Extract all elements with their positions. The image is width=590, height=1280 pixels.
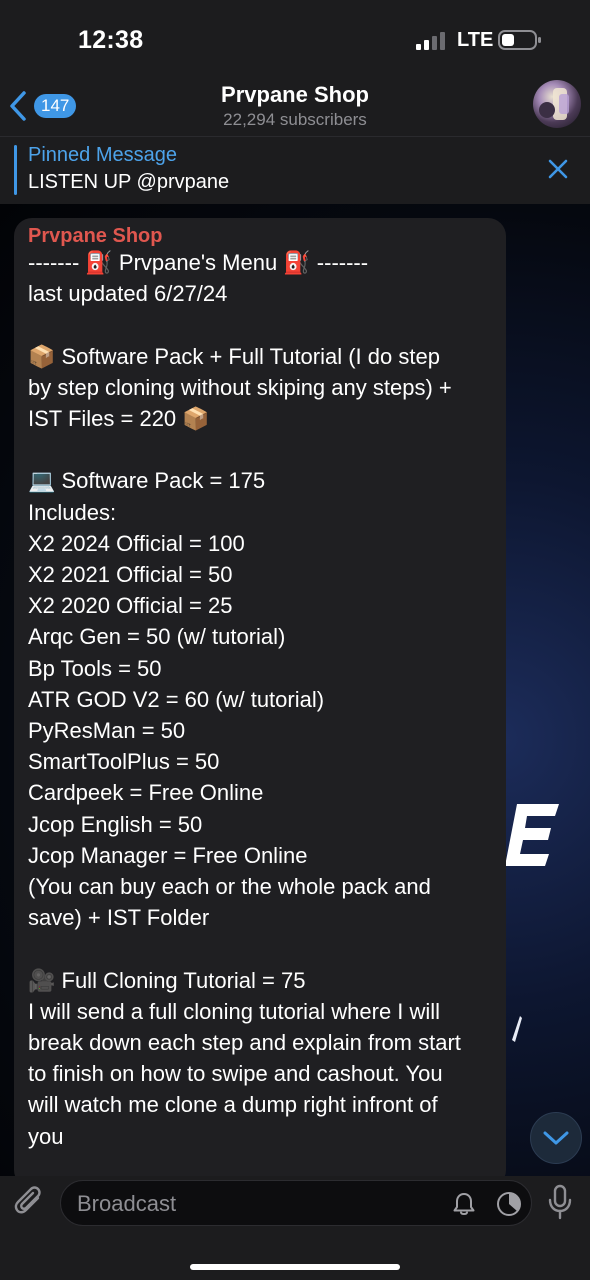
message-line: Jcop Manager = Free Online	[28, 842, 308, 868]
channel-avatar[interactable]	[533, 80, 581, 128]
message-bubble[interactable]: Prvpane Shop ------- ⛽ Prvpane's Menu ⛽ …	[14, 218, 506, 1188]
message-line: Jcop English = 50	[28, 811, 203, 837]
channel-name: Prvpane Shop	[221, 82, 369, 107]
chevron-left-icon	[10, 91, 26, 121]
broadcast-input[interactable]: Broadcast	[60, 1180, 532, 1226]
message-line: break down each step and explain from st…	[28, 1030, 461, 1056]
cellular-signal-icon	[416, 32, 445, 50]
message-line: by step cloning without skiping any step…	[28, 374, 452, 400]
message-line: X2 2020 Official = 25	[28, 593, 233, 619]
message-line: I will send a full cloning tutorial wher…	[28, 998, 441, 1024]
message-line: will watch me clone a dump right infront…	[28, 1092, 438, 1118]
bell-icon[interactable]	[451, 1191, 477, 1217]
avatar-image	[539, 88, 569, 120]
paperclip-icon[interactable]	[14, 1186, 46, 1220]
status-bar: 12:38 LTE	[0, 0, 590, 80]
message-sender: Prvpane Shop	[28, 225, 163, 247]
network-type: LTE	[457, 29, 494, 51]
message-line: X2 2024 Official = 100	[28, 530, 245, 556]
message-line: ------- ⛽ Prvpane's Menu ⛽ -------	[28, 250, 369, 275]
close-icon[interactable]	[546, 157, 570, 181]
message-line: 💻 Software Pack = 175	[28, 468, 266, 494]
wallpaper-streak	[512, 1016, 522, 1042]
message-line: X2 2021 Official = 50	[28, 562, 233, 587]
timer-icon[interactable]	[495, 1190, 523, 1218]
pinned-title: Pinned Message	[28, 144, 177, 166]
pinned-message-bar[interactable]: Pinned Message LISTEN UP @prvpane	[0, 136, 590, 204]
message-line: IST Files = 220 📦	[28, 406, 210, 431]
message-line: last updated 6/27/24	[28, 281, 228, 307]
chat-header: 147 Prvpane Shop 22,294 subscribers	[0, 80, 590, 136]
microphone-icon[interactable]	[546, 1184, 574, 1220]
message-line: Cardpeek = Free Online	[28, 780, 264, 806]
battery-icon	[498, 30, 541, 50]
channel-title-block[interactable]: Prvpane Shop 22,294 subscribers	[140, 82, 450, 131]
composer-bar: Broadcast	[0, 1176, 590, 1280]
broadcast-placeholder: Broadcast	[77, 1191, 177, 1216]
scroll-down-button[interactable]	[530, 1112, 582, 1164]
message-line: (You can buy each or the whole pack and	[28, 874, 431, 900]
message-line: save) + IST Folder	[28, 905, 210, 931]
message-line: Arqc Gen = 50 (w/ tutorial)	[28, 624, 286, 650]
wallpaper-logo-fragment	[505, 804, 559, 866]
chevron-down-icon	[543, 1131, 569, 1145]
message-line: SmartToolPlus = 50	[28, 749, 220, 775]
subscriber-count: 22,294 subscribers	[223, 110, 367, 129]
pinned-text: LISTEN UP @prvpane	[28, 171, 230, 193]
back-button[interactable]: 147	[8, 88, 82, 124]
message-line: Includes:	[28, 499, 117, 525]
status-time: 12:38	[78, 26, 144, 54]
unread-count-badge: 147	[34, 94, 77, 118]
message-line: ATR GOD V2 = 60 (w/ tutorial)	[28, 686, 325, 712]
message-line: you	[28, 1123, 64, 1149]
message-line: 🎥 Full Cloning Tutorial = 75	[28, 967, 306, 993]
message-line: Bp Tools = 50	[28, 655, 162, 681]
message-line: PyResMan = 50	[28, 718, 186, 744]
message-line: to finish on how to swipe and cashout. Y…	[28, 1061, 443, 1087]
home-indicator[interactable]	[190, 1264, 400, 1270]
message-body: ------- ⛽ Prvpane's Menu ⛽ ------- last u…	[28, 247, 496, 1152]
message-line: 📦 Software Pack + Full Tutorial (I do st…	[28, 343, 440, 369]
pinned-indicator	[14, 145, 17, 195]
